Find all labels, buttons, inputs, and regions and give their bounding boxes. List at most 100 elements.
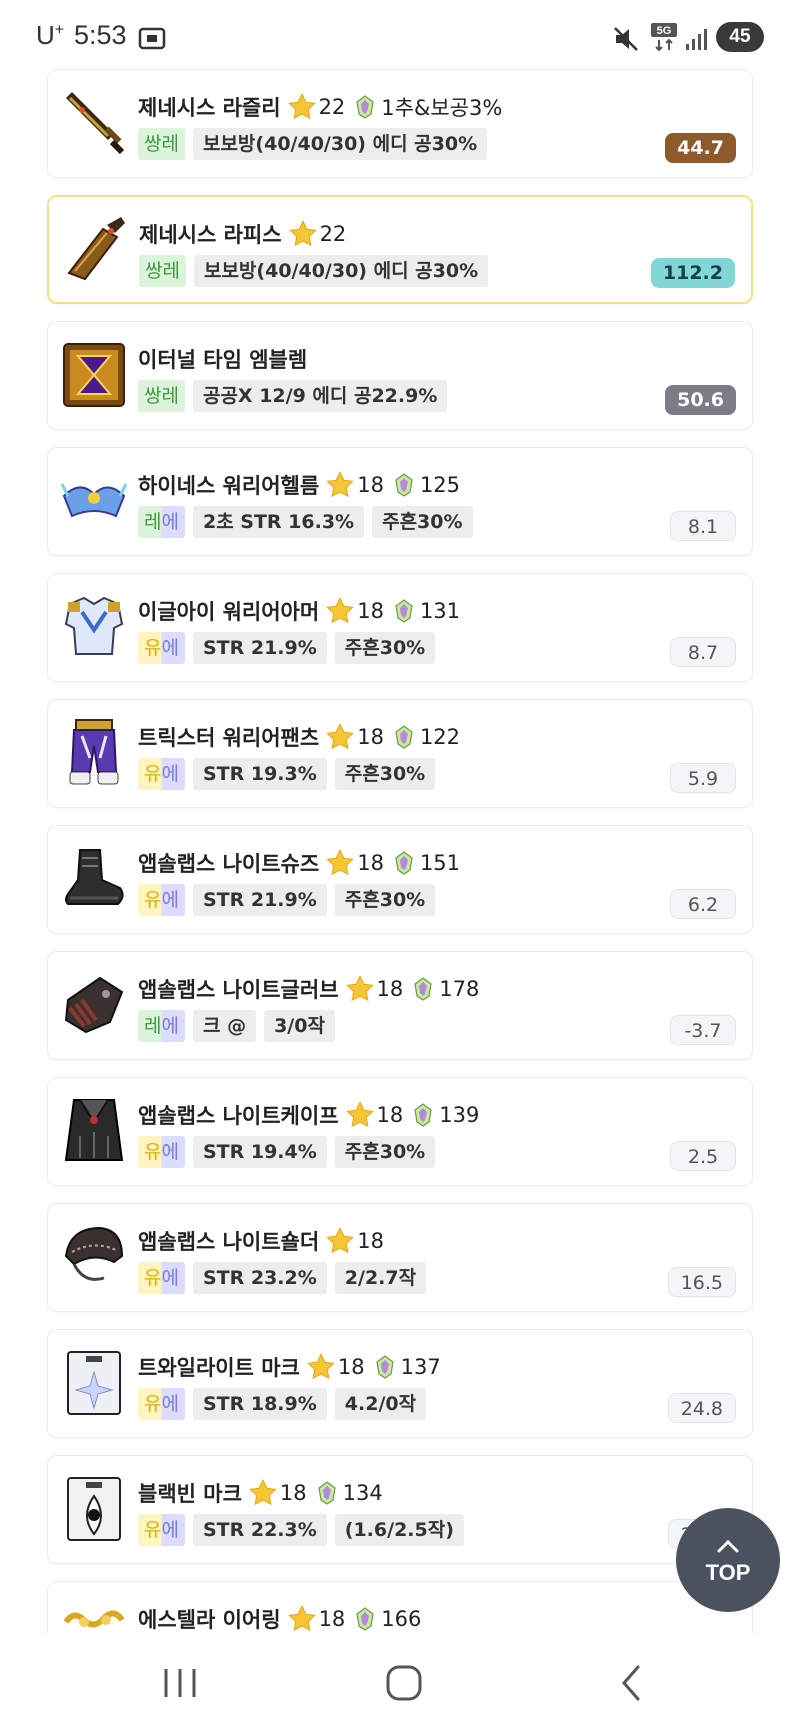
- item-name: 앱솔랩스 나이트케이프 18 139: [138, 1100, 479, 1130]
- flame-gem-icon: [395, 725, 413, 749]
- option-tag: 공공X 12/9 에디 공22.9%: [192, 380, 448, 412]
- glove-icon: [64, 976, 124, 1034]
- star-count: 18: [357, 473, 384, 497]
- back-icon[interactable]: [612, 1663, 652, 1703]
- equipment-card-genesis-lazuli[interactable]: 제네시스 라즐리 22 1추&보공3% 쌍레 보보방(40/40/30) 에디 …: [47, 69, 753, 178]
- potential-badge: 유에: [138, 1262, 185, 1294]
- flame-value: 1추&보공3%: [381, 96, 503, 120]
- score-badge: 8.1: [670, 511, 736, 541]
- potential-badge: 유에: [138, 1388, 185, 1420]
- option-tag: 보보방(40/40/30) 에디 공30%: [193, 255, 489, 287]
- system-nav-bar: [0, 1633, 800, 1733]
- flame-value: 137: [400, 1355, 441, 1379]
- option-tag: STR 18.9%: [192, 1388, 327, 1420]
- potential-badge: 유에: [138, 758, 185, 790]
- clock: 5:53: [74, 20, 127, 50]
- potential-badge: 레에: [138, 1010, 185, 1042]
- flame-gem-icon: [356, 95, 374, 119]
- equipment-card-absolab-shoulder[interactable]: 앱솔랩스 나이트숄더 18 유에 STR 23.2% 2/2.7작 16.5: [47, 1203, 753, 1312]
- star-count: 18: [357, 725, 384, 749]
- helmet-icon: [60, 483, 128, 518]
- option-tag: 주흔30%: [334, 884, 436, 916]
- network-5g-icon: 5G: [651, 23, 677, 52]
- flame-gem-icon: [318, 1481, 336, 1505]
- star-count: 18: [337, 1355, 365, 1379]
- star-force-icon: [326, 597, 354, 624]
- star-count: 18: [376, 977, 404, 1001]
- earring-icon: [63, 1610, 125, 1628]
- potential-badge: 유에: [138, 1514, 185, 1546]
- option-tag: 크 @: [192, 1010, 257, 1042]
- equipment-card-twilight-mark[interactable]: 트와일라이트 마크 18 137 유에 STR 18.9% 4.2/0작 24.…: [47, 1329, 753, 1438]
- potential-badge: 레에: [138, 506, 185, 538]
- equipment-card-absolab-shoes[interactable]: 앱솔랩스 나이트슈즈 18 151 유에 STR 21.9% 주흔30% 6.2: [47, 825, 753, 934]
- star-count: 18: [357, 599, 384, 623]
- star-count: 22: [318, 95, 346, 119]
- item-name: 앱솔랩스 나이트슈즈 18 151: [138, 848, 460, 878]
- equipment-card-genesis-lapis[interactable]: 제네시스 라피스 22 쌍레 보보방(40/40/30) 에디 공30% 112…: [47, 195, 753, 304]
- star-force-icon: [307, 1353, 335, 1380]
- battery-icon: 45: [716, 22, 764, 52]
- item-name: 앱솔랩스 나이트글러브 18 178: [138, 974, 479, 1004]
- potential-badge: 유에: [138, 884, 185, 916]
- potential-badge: 쌍레: [138, 380, 185, 412]
- item-name: 제네시스 라피스 22: [139, 219, 346, 249]
- equipment-card-highness-helm[interactable]: 하이네스 워리어헬름 18 125 레에 2초 STR 16.3% 주흔30% …: [47, 447, 753, 556]
- home-icon[interactable]: [384, 1663, 424, 1703]
- equipment-card-trickster-pants[interactable]: 트릭스터 워리어팬츠 18 122 유에 STR 19.3% 주흔30% 5.9: [47, 699, 753, 808]
- potential-badge: 유에: [138, 1136, 185, 1168]
- item-name: 에스텔라 이어링 18 166: [138, 1604, 421, 1633]
- score-badge: 8.7: [670, 637, 736, 667]
- equipment-card-estella-earring[interactable]: 에스텔라 이어링 18 166: [47, 1581, 753, 1633]
- equipment-card-eternal-time-emblem[interactable]: 이터널 타임 엠블렘 쌍레 공공X 12/9 에디 공22.9% 50.6: [47, 321, 753, 430]
- svg-text:5G: 5G: [657, 25, 672, 37]
- flame-gem-icon: [414, 977, 432, 1001]
- flame-gem-icon: [375, 1355, 394, 1379]
- equipment-list[interactable]: 제네시스 라즐리 22 1추&보공3% 쌍레 보보방(40/40/30) 에디 …: [0, 68, 800, 1633]
- star-force-icon: [249, 1479, 277, 1506]
- star-force-icon: [326, 471, 354, 498]
- equipment-card-absolab-glove[interactable]: 앱솔랩스 나이트글러브 18 178 레에 크 @ 3/0작 -3.7: [47, 951, 753, 1060]
- recent-apps-icon[interactable]: [160, 1663, 200, 1703]
- shoulder-icon: [64, 1226, 124, 1281]
- star-force-icon: [287, 93, 316, 120]
- equipment-card-eagleeye-armor[interactable]: 이글아이 워리어아머 18 131 유에 STR 21.9% 주흔30% 8.7: [47, 573, 753, 682]
- option-tag: 4.2/0작: [334, 1388, 427, 1420]
- shoes-icon: [65, 849, 124, 905]
- item-name: 앱솔랩스 나이트숄더 18: [138, 1226, 384, 1256]
- flame-gem-icon: [414, 1103, 432, 1127]
- flame-value: 166: [381, 1607, 422, 1631]
- star-count: 18: [357, 851, 384, 875]
- equipment-card-blackbean-mark[interactable]: 블랙빈 마크 18 134 유에 STR 22.3% (1.6/2.5작) 24…: [47, 1455, 753, 1564]
- emblem-icon: [63, 343, 125, 407]
- option-tag: 주흔30%: [372, 506, 473, 538]
- flame-gem-icon: [395, 851, 413, 875]
- status-bar: U+ 5:53 5G 45: [0, 0, 800, 72]
- pants-icon: [69, 719, 119, 785]
- scroll-to-top-button[interactable]: TOP: [676, 1508, 780, 1612]
- flame-value: 151: [419, 851, 461, 875]
- score-badge: 112.2: [650, 258, 735, 288]
- flame-gem-icon: [395, 599, 413, 623]
- star-force-icon: [345, 1101, 374, 1128]
- flame-gem-icon: [356, 1607, 374, 1631]
- item-name: 트릭스터 워리어팬츠 18 122: [138, 722, 460, 752]
- star-force-icon: [326, 849, 354, 876]
- option-tag: 주흔30%: [334, 758, 436, 790]
- cape-icon: [64, 1099, 124, 1161]
- score-badge: -3.7: [670, 1015, 736, 1045]
- potential-badge: 쌍레: [138, 128, 185, 160]
- score-badge: 50.6: [665, 385, 736, 415]
- equipment-card-absolab-cape[interactable]: 앱솔랩스 나이트케이프 18 139 유에 STR 19.4% 주흔30% 2.…: [47, 1077, 753, 1186]
- option-tag: STR 22.3%: [192, 1514, 327, 1546]
- item-name: 하이네스 워리어헬름 18 125: [138, 470, 460, 500]
- score-badge: 5.9: [670, 763, 736, 793]
- flame-value: 122: [419, 725, 461, 749]
- score-badge: 44.7: [665, 133, 736, 163]
- item-name: 이글아이 워리어아머 18 131: [138, 596, 460, 626]
- item-name: 제네시스 라즐리 22 1추&보공3%: [138, 92, 502, 122]
- option-tag: (1.6/2.5작): [334, 1514, 464, 1546]
- score-badge: 24.8: [667, 1393, 736, 1423]
- score-badge: 16.5: [667, 1267, 736, 1297]
- flame-value: 134: [342, 1481, 383, 1505]
